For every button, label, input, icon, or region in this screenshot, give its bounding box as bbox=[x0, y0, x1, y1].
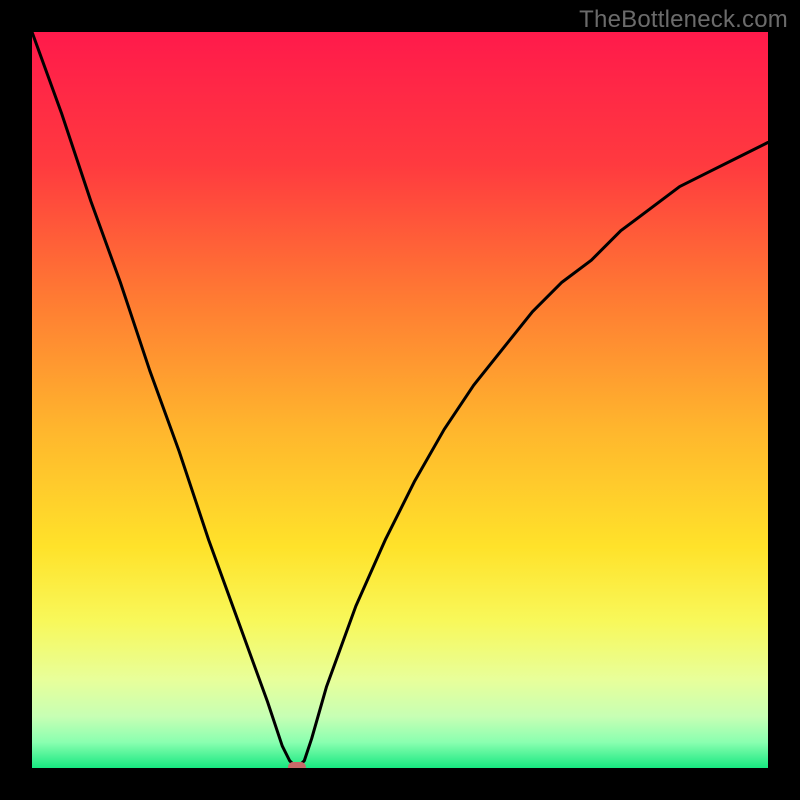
watermark-text: TheBottleneck.com bbox=[579, 6, 788, 34]
chart-background bbox=[32, 32, 768, 768]
chart-frame: TheBottleneck.com bbox=[0, 0, 800, 800]
bottleneck-chart bbox=[32, 32, 768, 768]
optimal-marker bbox=[288, 762, 306, 768]
